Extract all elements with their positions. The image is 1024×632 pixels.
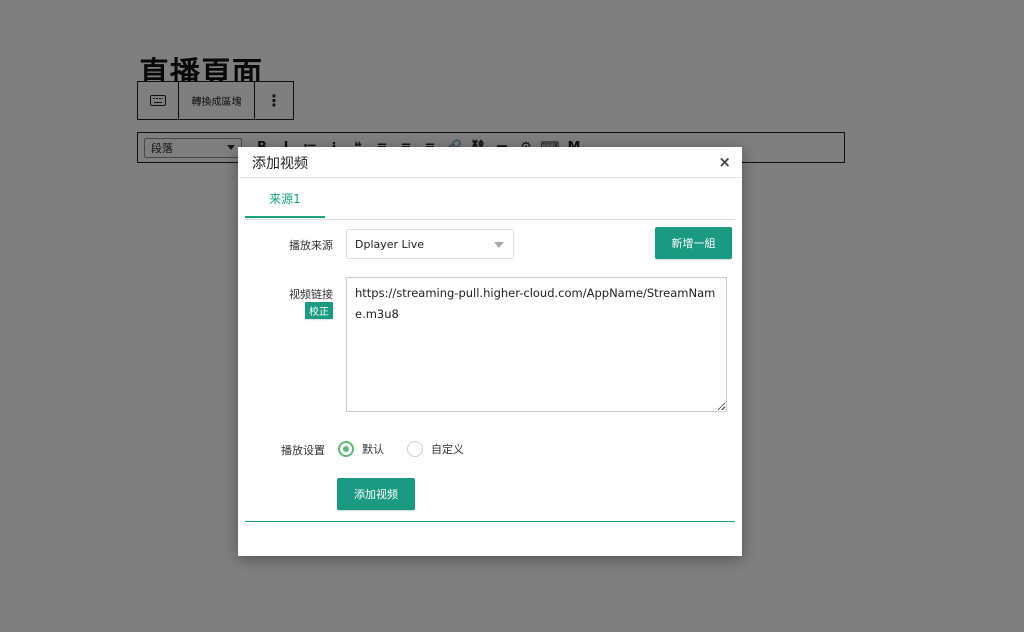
radio-default-label: 默认 [362, 443, 384, 456]
play-settings-label: 播放设置 [281, 444, 325, 457]
source-select[interactable]: Dplayer Live [346, 229, 514, 259]
resize-handle[interactable] [717, 402, 725, 410]
dialog-header: 添加视频 × [238, 147, 742, 178]
tab-source-1[interactable]: 来源1 [245, 178, 325, 218]
radio-custom[interactable]: 自定义 [407, 441, 464, 457]
add-group-button[interactable]: 新增一組 [655, 227, 732, 259]
radio-custom-label: 自定义 [431, 443, 464, 456]
fix-link-button[interactable]: 校正 [305, 302, 333, 319]
close-icon[interactable]: × [718, 153, 731, 171]
dialog-title: 添加视频 [252, 156, 308, 172]
radio-checked-icon [338, 441, 354, 457]
video-link-label: 视频链接 [289, 288, 333, 301]
radio-default[interactable]: 默认 [338, 441, 384, 457]
source-select-value: Dplayer Live [355, 237, 425, 251]
add-video-button[interactable]: 添加视频 [337, 478, 415, 510]
video-link-textarea[interactable]: https://streaming-pull.higher-cloud.com/… [346, 277, 727, 412]
chevron-down-icon [494, 242, 504, 248]
add-video-dialog: 添加视频 × 来源1 播放来源 Dplayer Live 新增一組 视频链接 校… [238, 147, 742, 556]
source-label: 播放来源 [289, 239, 333, 252]
dialog-divider [245, 521, 735, 522]
source-tabs: 来源1 [245, 178, 735, 220]
video-link-value: https://streaming-pull.higher-cloud.com/… [355, 286, 716, 321]
radio-unchecked-icon [407, 441, 423, 457]
